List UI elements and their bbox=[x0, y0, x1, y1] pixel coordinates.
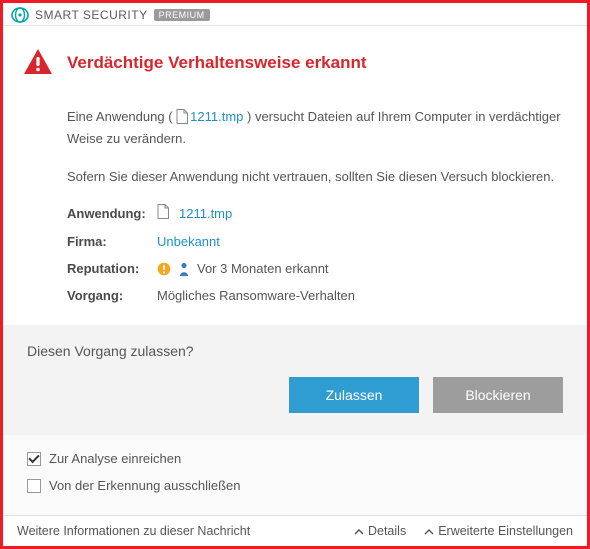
reputation-user-icon bbox=[179, 262, 189, 276]
reputation-warning-icon bbox=[157, 262, 171, 276]
exclude-detection-label: Von der Erkennung ausschließen bbox=[49, 478, 241, 493]
file-icon bbox=[157, 204, 169, 222]
label-application: Anwendung: bbox=[67, 206, 157, 221]
warning-triangle-icon bbox=[23, 48, 53, 79]
action-question: Diesen Vorgang zulassen? bbox=[27, 343, 563, 359]
alert-body: Eine Anwendung ( 1211.tmp ) versucht Dat… bbox=[23, 107, 567, 304]
row-company: Firma: Unbekannt bbox=[67, 234, 567, 249]
label-reputation: Reputation: bbox=[67, 261, 157, 276]
submit-analysis-checkbox[interactable]: Zur Analyse einreichen bbox=[27, 451, 563, 466]
button-row: Zulassen Blockieren bbox=[27, 377, 563, 413]
dialog-window: SMART SECURITY PREMIUM Verdächtige Verha… bbox=[0, 0, 590, 549]
checkbox-icon bbox=[27, 452, 41, 466]
more-info-link[interactable]: Weitere Informationen zu dieser Nachrich… bbox=[17, 524, 250, 538]
chevron-up-icon bbox=[354, 524, 364, 538]
row-process: Vorgang: Mögliches Ransomware-Verhalten bbox=[67, 288, 567, 303]
label-company: Firma: bbox=[67, 234, 157, 249]
footer: Weitere Informationen zu dieser Nachrich… bbox=[3, 515, 587, 546]
brand-text: SMART SECURITY bbox=[35, 8, 148, 22]
advanced-settings-toggle[interactable]: Erweiterte Einstellungen bbox=[424, 524, 573, 538]
alert-title: Verdächtige Verhaltensweise erkannt bbox=[67, 53, 367, 73]
allow-button[interactable]: Zulassen bbox=[289, 377, 419, 413]
application-link[interactable]: 1211.tmp bbox=[179, 206, 232, 221]
brand-light: SECURITY bbox=[83, 8, 148, 22]
checkbox-icon bbox=[27, 479, 41, 493]
submit-analysis-label: Zur Analyse einreichen bbox=[49, 451, 181, 466]
row-reputation: Reputation: Vor 3 Monaten erkannt bbox=[67, 261, 567, 276]
exclude-detection-checkbox[interactable]: Von der Erkennung ausschließen bbox=[27, 478, 563, 493]
company-link[interactable]: Unbekannt bbox=[157, 234, 220, 249]
block-button[interactable]: Blockieren bbox=[433, 377, 563, 413]
options-panel: Zur Analyse einreichen Von der Erkennung… bbox=[3, 435, 587, 515]
row-application: Anwendung: 1211.tmp bbox=[67, 204, 567, 222]
description-2: Sofern Sie dieser Anwendung nicht vertra… bbox=[67, 167, 567, 187]
process-text: Mögliches Ransomware-Verhalten bbox=[157, 288, 355, 303]
file-link[interactable]: 1211.tmp bbox=[190, 109, 243, 124]
content-area: Verdächtige Verhaltensweise erkannt Eine… bbox=[3, 26, 587, 326]
brand-bold: SMART bbox=[35, 8, 79, 22]
file-icon bbox=[176, 109, 188, 130]
alert-header: Verdächtige Verhaltensweise erkannt bbox=[23, 48, 567, 79]
reputation-text: Vor 3 Monaten erkannt bbox=[197, 261, 329, 276]
premium-badge: PREMIUM bbox=[154, 9, 210, 21]
eset-logo-icon bbox=[11, 6, 29, 24]
description-1: Eine Anwendung ( 1211.tmp ) versucht Dat… bbox=[67, 107, 567, 149]
titlebar: SMART SECURITY PREMIUM bbox=[3, 3, 587, 26]
details-toggle[interactable]: Details bbox=[354, 524, 406, 538]
action-panel: Diesen Vorgang zulassen? Zulassen Blocki… bbox=[3, 325, 587, 435]
chevron-up-icon bbox=[424, 524, 434, 538]
label-process: Vorgang: bbox=[67, 288, 157, 303]
